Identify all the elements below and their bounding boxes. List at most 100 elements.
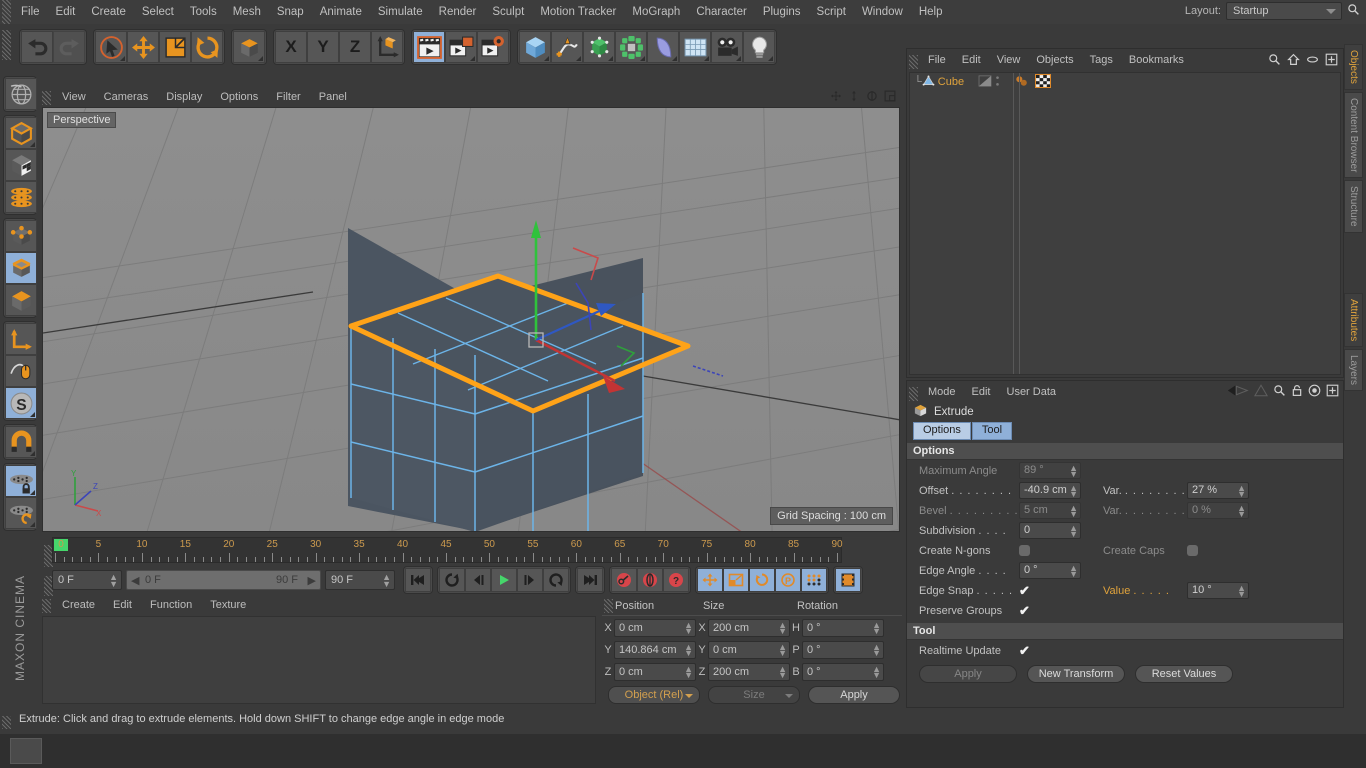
spinner-icon[interactable]: ▲ ▼ [684,643,693,658]
nav-back-icon[interactable] [1227,384,1249,400]
autokey-button[interactable] [637,568,663,592]
size-x-field[interactable]: 200 cm ▲ ▼ [708,619,790,637]
camera-button[interactable] [711,31,744,63]
viewport-solo-button[interactable] [5,355,37,387]
attribute-field[interactable]: 10 ° ▲ ▼ [1187,582,1249,599]
lock-icon[interactable] [1291,384,1303,400]
spinner-icon[interactable]: ▲ ▼ [1069,484,1078,499]
reset-values-button[interactable]: Reset Values [1135,664,1233,683]
scene-object-button[interactable] [647,31,680,63]
render-region-button[interactable] [445,31,478,63]
light-button[interactable] [743,31,776,63]
spinner-icon[interactable]: ▲ ▼ [684,665,693,680]
attribute-grip[interactable] [909,386,918,401]
flyout-corner-icon[interactable] [258,56,264,61]
om-menu-item-view[interactable]: View [989,54,1029,66]
coordinate-size-dropdown[interactable]: Size [708,686,800,704]
snap-s-button[interactable]: S [5,387,37,419]
workplane-rotate-button[interactable] [5,497,37,529]
checker-texture-tag-icon[interactable] [1034,73,1052,91]
menu-item-script[interactable]: Script [809,0,854,24]
vp-menu-item-view[interactable]: View [53,91,95,103]
checkbox-unchecked-icon[interactable] [1019,545,1030,556]
tab-tool[interactable]: Tool [971,422,1013,440]
object-manager-grip[interactable] [909,55,918,69]
new-transform-button[interactable]: New Transform [1027,664,1125,683]
magnet-button[interactable] [5,426,37,458]
spinner-icon[interactable]: ▲ ▼ [1237,484,1246,499]
step-back-button[interactable] [465,568,491,592]
position-x-field[interactable]: 0 cm ▲ ▼ [614,619,696,637]
range-right-arrow-icon[interactable]: ▶ [308,572,316,590]
attribute-field[interactable]: 27 % ▲ ▼ [1187,482,1249,499]
menu-item-snap[interactable]: Snap [269,0,312,24]
taskbar-app-button[interactable] [10,738,42,764]
spinner-icon[interactable]: ▲ ▼ [778,665,787,680]
mat-menu-item-function[interactable]: Function [141,599,201,611]
axis-z-button[interactable]: Z [339,31,372,63]
plus-box-icon[interactable] [1326,384,1339,400]
axis-x-button[interactable]: X [275,31,308,63]
checkbox-checked-icon[interactable]: ✔ [1019,584,1030,597]
rotation-h-field[interactable]: 0 ° ▲ ▼ [802,619,884,637]
coordinate-apply-button[interactable]: Apply [808,686,900,704]
loop-button[interactable] [439,568,465,592]
layout-dropdown[interactable]: Startup [1226,2,1342,20]
coordinate-mode-dropdown[interactable]: Object (Rel) [608,686,700,704]
coordinate-system-button[interactable] [371,31,404,63]
edge-mode-button[interactable] [5,252,37,284]
flyout-corner-icon[interactable] [768,56,774,61]
key-param-button[interactable]: P [775,568,801,592]
spinner-icon[interactable]: ▲ ▼ [1237,584,1246,599]
flyout-corner-icon[interactable] [30,142,35,147]
frame-range-bar[interactable]: ◀ 0 F 90 F ▶ [126,570,321,590]
mat-menu-item-texture[interactable]: Texture [201,599,255,611]
menu-item-render[interactable]: Render [431,0,485,24]
attribute-field[interactable]: -40.9 cm ▲ ▼ [1019,482,1081,499]
menu-item-plugins[interactable]: Plugins [755,0,809,24]
flyout-corner-icon[interactable] [30,412,35,417]
go-to-start-button[interactable] [405,568,431,592]
spinner-icon[interactable]: ▲ ▼ [872,643,881,658]
loop-forward-button[interactable] [543,568,569,592]
timeline-ruler[interactable]: 0 5 10 15 20 25 30 35 40 45 50 55 60 65 70 75 80 85 90 [52,537,843,563]
spinner-icon[interactable]: ▲ ▼ [382,573,391,589]
flyout-corner-icon[interactable] [544,56,550,61]
key-position-button[interactable] [697,568,723,592]
om-menu-item-objects[interactable]: Objects [1028,54,1081,66]
vp-menu-item-cameras[interactable]: Cameras [95,91,158,103]
spinner-icon[interactable]: ▲ ▼ [1069,564,1078,579]
coordinate-grip[interactable] [604,598,613,613]
search-icon[interactable] [1273,384,1286,400]
viewport-3d-canvas[interactable]: Perspective Grid Spacing : 100 cm Y Z X [42,107,900,532]
status-grip[interactable] [2,715,11,729]
menu-item-edit[interactable]: Edit [48,0,84,24]
menu-item-select[interactable]: Select [134,0,182,24]
at-menu-item-user-data[interactable]: User Data [999,386,1065,398]
tab-options[interactable]: Options [913,422,971,440]
vp-menu-item-filter[interactable]: Filter [267,91,309,103]
plus-box-icon[interactable] [1325,53,1338,69]
menu-item-tools[interactable]: Tools [182,0,225,24]
scale-button[interactable] [159,31,192,63]
vertical-tab-attributes[interactable]: Attributes [1344,292,1363,348]
keyframe-selection-button[interactable]: ? [663,568,689,592]
flyout-corner-icon[interactable] [120,56,126,61]
maximize-view-icon[interactable] [884,90,896,105]
menu-item-help[interactable]: Help [911,0,951,24]
object-axis-button[interactable] [5,323,37,355]
vertical-tab-content-browser[interactable]: Content Browser [1344,91,1363,179]
axis-y-button[interactable]: Y [307,31,340,63]
flyout-corner-icon[interactable] [30,451,35,456]
vertical-tab-objects[interactable]: Objects [1344,44,1363,90]
vp-menu-item-display[interactable]: Display [157,91,211,103]
object-manager-tree[interactable]: └ Cube [909,72,1341,375]
flyout-corner-icon[interactable] [736,56,742,61]
floor-environment-button[interactable] [679,31,712,63]
key-scale-button[interactable] [723,568,749,592]
spinner-icon[interactable]: ▲ ▼ [1069,524,1078,539]
spinner-icon[interactable]: ▲ ▼ [872,665,881,680]
om-menu-item-edit[interactable]: Edit [954,54,989,66]
om-menu-item-file[interactable]: File [920,54,954,66]
range-left-arrow-icon[interactable]: ◀ [131,572,139,590]
